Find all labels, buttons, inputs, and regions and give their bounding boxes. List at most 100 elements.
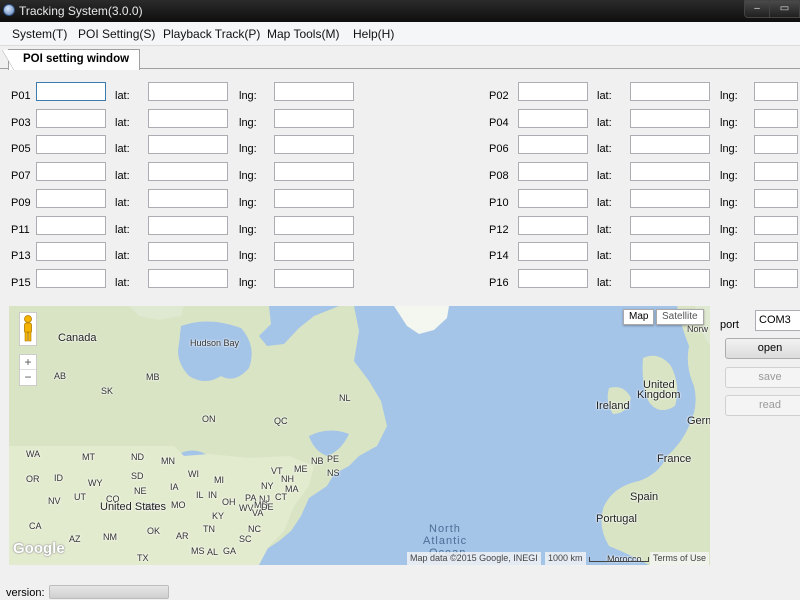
lat-label: lat:	[115, 277, 130, 289]
poi-name-input[interactable]	[518, 242, 588, 261]
maptype-satellite-button[interactable]: Satellite	[656, 309, 704, 325]
poi-name-input[interactable]	[36, 242, 106, 261]
lat-input[interactable]	[148, 109, 228, 128]
tab-poi-setting[interactable]: POI setting window	[1, 49, 141, 70]
poi-name-input[interactable]	[518, 189, 588, 208]
zoom-in-button[interactable]: +	[20, 355, 36, 370]
version-progress-bar	[49, 585, 169, 599]
map-label-france: France	[657, 453, 692, 465]
lat-input[interactable]	[630, 269, 710, 288]
read-button[interactable]: read	[725, 395, 800, 416]
window-title: Tracking System(3.0.0)	[19, 4, 143, 18]
lat-input[interactable]	[148, 135, 228, 154]
menu-map-tools[interactable]: Map Tools(M)	[267, 27, 339, 41]
map-label-wa: WA	[26, 449, 41, 459]
lng-label: lng:	[239, 277, 257, 289]
poi-name-input[interactable]	[36, 269, 106, 288]
lng-label: lng:	[239, 197, 257, 209]
poi-name-input[interactable]	[36, 216, 106, 235]
map-label-nl: NL	[339, 393, 351, 403]
lng-input[interactable]	[274, 216, 354, 235]
lat-input[interactable]	[630, 189, 710, 208]
lat-input[interactable]	[630, 242, 710, 261]
lat-input[interactable]	[630, 162, 710, 181]
lat-label: lat:	[115, 143, 130, 155]
map-view[interactable]: + − Map Satellite Canada Hudson Bay AB M…	[9, 306, 710, 565]
lat-input[interactable]	[148, 82, 228, 101]
lat-input[interactable]	[148, 189, 228, 208]
lng-input[interactable]	[754, 135, 798, 154]
lng-input[interactable]	[754, 109, 798, 128]
poi-name-input[interactable]	[36, 189, 106, 208]
lng-input[interactable]	[274, 135, 354, 154]
lng-input[interactable]	[274, 162, 354, 181]
map-attribution[interactable]: Map data ©2015 Google, INEGI	[407, 552, 541, 565]
map-terms-link[interactable]: Terms of Use	[650, 552, 710, 565]
poi-name-input[interactable]	[518, 162, 588, 181]
map-label-in: IN	[208, 490, 217, 500]
poi-name-input[interactable]	[518, 269, 588, 288]
poi-name-input[interactable]	[36, 82, 106, 101]
poi-name-input[interactable]	[518, 109, 588, 128]
lng-input[interactable]	[274, 109, 354, 128]
map-label-ia: IA	[170, 482, 179, 492]
lng-label: lng:	[239, 224, 257, 236]
menu-playback-track[interactable]: Playback Track(P)	[163, 27, 260, 41]
lng-input[interactable]	[274, 269, 354, 288]
poi-label: P02	[489, 90, 509, 102]
lng-input[interactable]	[754, 242, 798, 261]
poi-label: P12	[489, 224, 509, 236]
minimize-button[interactable]: –	[744, 0, 770, 18]
map-label-nc: NC	[248, 524, 261, 534]
menu-help[interactable]: Help(H)	[353, 27, 394, 41]
map-label-mo: MO	[171, 500, 186, 510]
map-label-tx: TX	[137, 553, 149, 563]
lng-input[interactable]	[274, 242, 354, 261]
lng-input[interactable]	[754, 216, 798, 235]
poi-name-input[interactable]	[36, 135, 106, 154]
street-view-pegman[interactable]	[19, 312, 37, 346]
menu-poi-setting[interactable]: POI Setting(S)	[78, 27, 155, 41]
zoom-out-button[interactable]: −	[20, 370, 36, 385]
lng-input[interactable]	[754, 82, 798, 101]
poi-name-input[interactable]	[36, 162, 106, 181]
lng-label: lng:	[239, 170, 257, 182]
lat-label: lat:	[115, 170, 130, 182]
map-label-portugal: Portugal	[596, 513, 637, 525]
app-icon	[3, 4, 15, 16]
lat-label: lat:	[597, 224, 612, 236]
lat-input[interactable]	[630, 216, 710, 235]
lat-input[interactable]	[148, 269, 228, 288]
lng-input[interactable]	[754, 189, 798, 208]
lat-label: lat:	[597, 197, 612, 209]
save-button[interactable]: save	[725, 367, 800, 388]
poi-name-input[interactable]	[518, 82, 588, 101]
map-label-pe: PE	[327, 454, 340, 464]
port-select[interactable]: COM3	[755, 310, 800, 331]
lng-input[interactable]	[754, 269, 798, 288]
map-label-me: ME	[294, 464, 308, 474]
map-label-nb: NB	[311, 456, 324, 466]
lng-label: lng:	[720, 224, 738, 236]
lat-input[interactable]	[148, 242, 228, 261]
lat-input[interactable]	[148, 162, 228, 181]
map-scale-label[interactable]: 1000 km	[545, 552, 586, 565]
lng-input[interactable]	[274, 82, 354, 101]
maptype-map-button[interactable]: Map	[623, 309, 655, 325]
poi-name-input[interactable]	[518, 216, 588, 235]
maximize-button[interactable]: ▭	[769, 0, 800, 18]
lng-input[interactable]	[274, 189, 354, 208]
map-label-mb: MB	[146, 372, 160, 382]
poi-name-input[interactable]	[518, 135, 588, 154]
menu-system[interactable]: System(T)	[12, 27, 67, 41]
lat-input[interactable]	[630, 109, 710, 128]
lng-input[interactable]	[754, 162, 798, 181]
poi-name-input[interactable]	[36, 109, 106, 128]
lng-label: lng:	[720, 170, 738, 182]
open-button[interactable]: open	[725, 338, 800, 359]
map-label-mi: MI	[214, 475, 224, 485]
lat-input[interactable]	[630, 82, 710, 101]
lat-input[interactable]	[630, 135, 710, 154]
lat-input[interactable]	[148, 216, 228, 235]
lat-label: lat:	[597, 143, 612, 155]
